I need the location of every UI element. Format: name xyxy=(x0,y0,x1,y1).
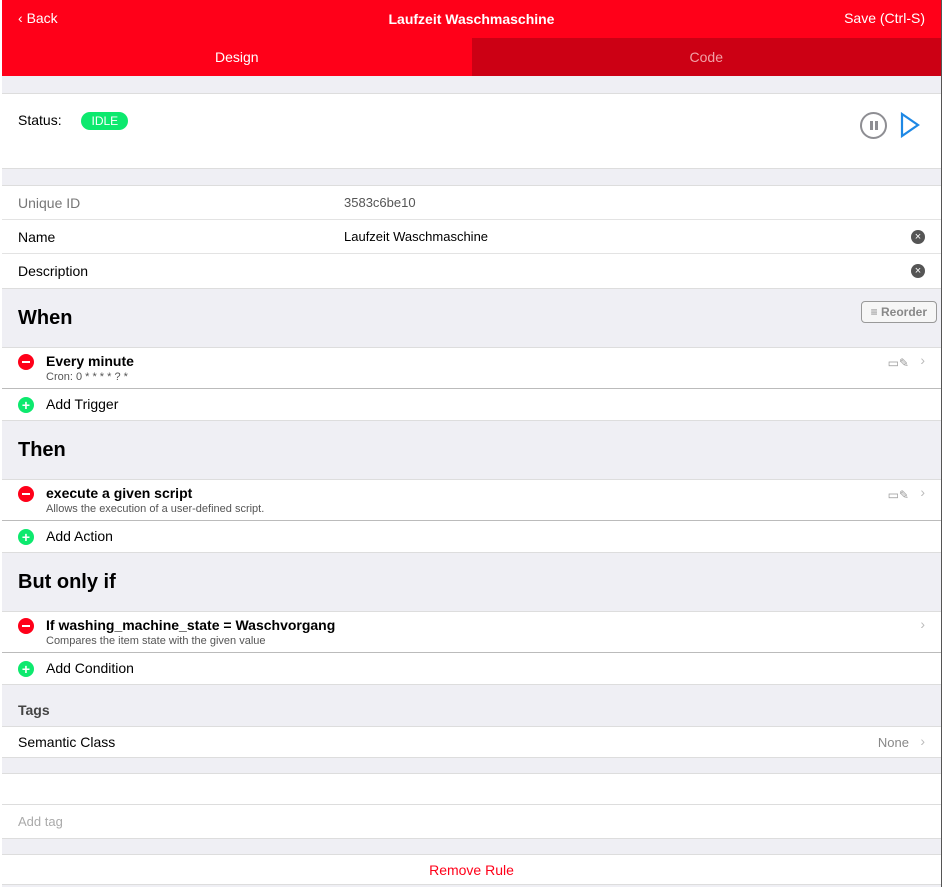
page-title: Laufzeit Waschmaschine xyxy=(388,11,555,27)
field-label: Description xyxy=(18,263,89,279)
add-tag-input[interactable] xyxy=(2,805,941,838)
rule-fields: Unique ID 3583c6be10 Name Laufzeit Waschma… xyxy=(2,185,941,289)
add-label: Add Condition xyxy=(46,660,134,676)
chevron-right-icon: › xyxy=(920,352,925,368)
then-header: Then xyxy=(2,421,941,479)
plus-icon: + xyxy=(18,661,34,677)
rule-editor: ‹ Back Laufzeit Waschmaschine Save (Ctrl… xyxy=(2,0,942,887)
semantic-class-row[interactable]: Semantic Class None › xyxy=(2,726,941,758)
back-label: Back xyxy=(26,10,58,26)
plus-icon: + xyxy=(18,397,34,413)
tab-code[interactable]: Code xyxy=(471,38,941,76)
save-button[interactable]: Save (Ctrl-S) xyxy=(844,10,925,26)
tags-header: Tags xyxy=(18,702,50,718)
edit-script-icon[interactable]: ▭✎ xyxy=(888,356,909,370)
item-title: Every minute xyxy=(46,353,134,369)
section-title: When xyxy=(18,306,73,329)
add-label: Add Action xyxy=(46,528,113,544)
action-item[interactable]: execute a given script Allows the executi… xyxy=(2,479,941,521)
plus-icon: + xyxy=(18,529,34,545)
item-subtitle: Cron: 0 * * * * ? * xyxy=(46,371,128,383)
uid-value: 3583c6be10 xyxy=(344,195,416,210)
chevron-right-icon: › xyxy=(920,733,925,749)
section-title: Then xyxy=(18,438,66,461)
item-title: If washing_machine_state = Waschvorgang xyxy=(46,617,336,633)
pause-icon[interactable] xyxy=(860,112,887,139)
field-description[interactable]: Description × xyxy=(2,254,941,288)
add-action-button[interactable]: + Add Action xyxy=(2,521,941,553)
semantic-class-value: None xyxy=(877,734,909,750)
remove-icon[interactable] xyxy=(18,618,34,634)
condition-header: But only if xyxy=(2,553,941,611)
tag-box xyxy=(2,773,941,839)
chevron-right-icon: › xyxy=(920,484,925,500)
when-header: When ≡ Reorder xyxy=(2,289,941,347)
tab-bar: Design Code xyxy=(2,38,941,76)
tag-list xyxy=(2,774,941,805)
trigger-item[interactable]: Every minute Cron: 0 * * * * ? * ▭✎ › xyxy=(2,347,941,389)
clear-icon[interactable]: × xyxy=(911,264,925,278)
field-label: Name xyxy=(18,228,56,245)
tab-design[interactable]: Design xyxy=(2,38,472,76)
back-button[interactable]: ‹ Back xyxy=(18,10,58,26)
reorder-label: Reorder xyxy=(880,305,927,319)
reorder-button[interactable]: ≡ Reorder xyxy=(860,301,937,323)
remove-icon[interactable] xyxy=(18,486,34,502)
remove-icon[interactable] xyxy=(18,354,34,370)
section-title: But only if xyxy=(18,570,116,593)
add-label: Add Trigger xyxy=(46,396,119,412)
add-condition-button[interactable]: + Add Condition xyxy=(2,653,941,685)
item-subtitle: Allows the execution of a user-defined s… xyxy=(46,503,265,515)
edit-script-icon[interactable]: ▭✎ xyxy=(888,488,909,502)
condition-item[interactable]: If washing_machine_state = Waschvorgang C… xyxy=(2,611,941,653)
status-badge: IDLE xyxy=(81,112,129,130)
item-subtitle: Compares the item state with the given v… xyxy=(46,635,266,647)
semantic-class-label: Semantic Class xyxy=(18,734,116,750)
field-name[interactable]: Name Laufzeit Waschmaschine × xyxy=(2,220,941,254)
navbar: ‹ Back Laufzeit Waschmaschine Save (Ctrl… xyxy=(2,0,941,38)
field-uid: Unique ID 3583c6be10 xyxy=(2,186,941,220)
status-label: Status: xyxy=(18,112,62,128)
remove-rule-button[interactable]: Remove Rule xyxy=(2,854,941,885)
item-title: execute a given script xyxy=(46,485,193,501)
field-label: Unique ID xyxy=(18,194,81,211)
chevron-right-icon: › xyxy=(920,616,925,632)
status-card: Status: IDLE xyxy=(2,93,941,169)
name-input[interactable]: Laufzeit Waschmaschine xyxy=(344,229,488,244)
add-trigger-button[interactable]: + Add Trigger xyxy=(2,389,941,421)
play-icon[interactable] xyxy=(899,112,921,138)
clear-icon[interactable]: × xyxy=(911,229,925,244)
